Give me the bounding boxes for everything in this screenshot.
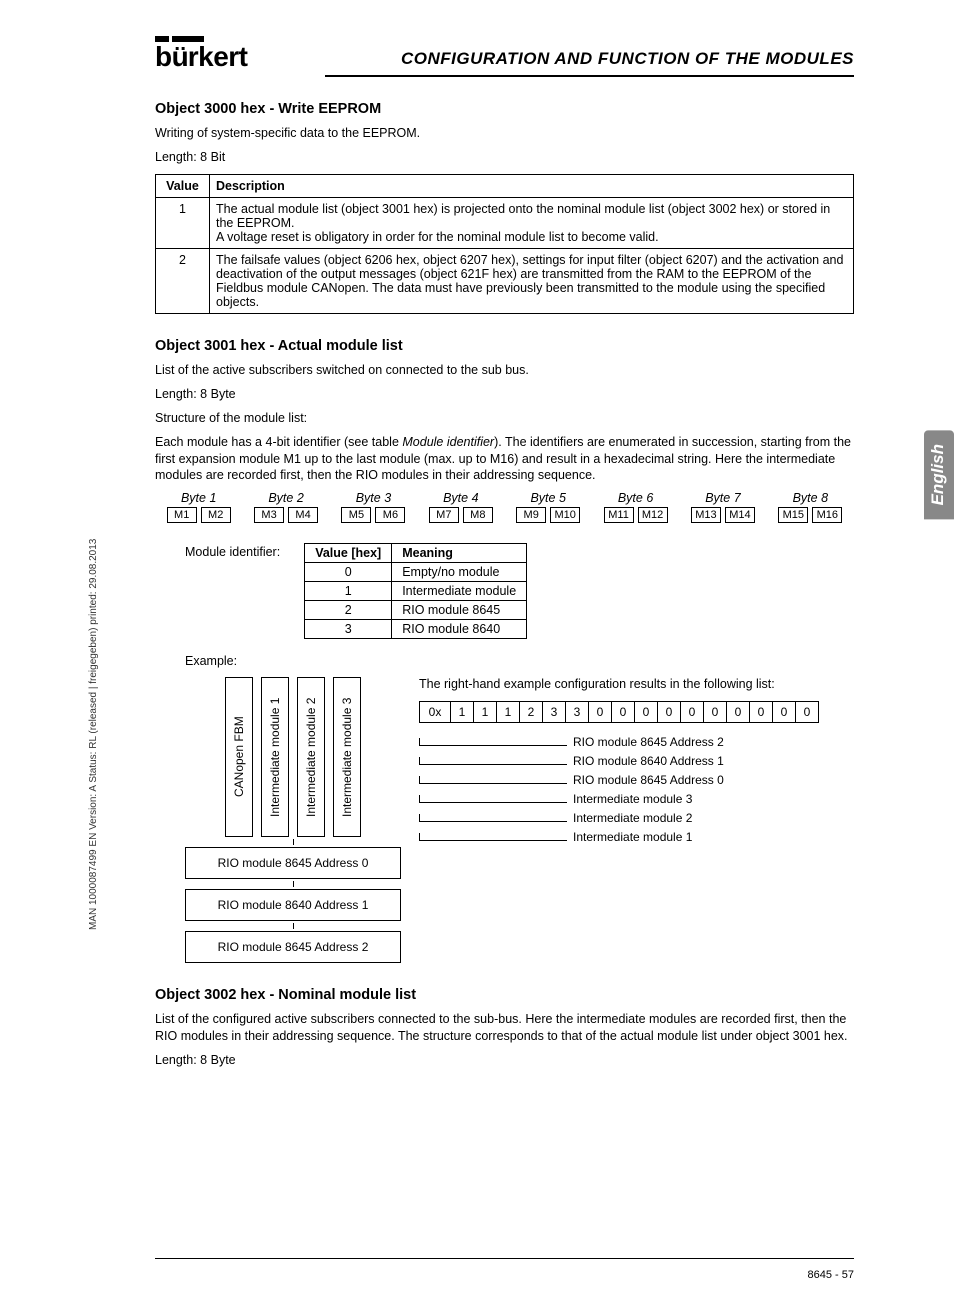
header-rule xyxy=(325,75,854,77)
section-object-3000: Object 3000 hex - Write EEPROM Writing o… xyxy=(155,101,854,314)
text-3002-desc: List of the configured active subscriber… xyxy=(155,1011,854,1044)
diag-rio1: RIO module 8640 Address 1 xyxy=(185,889,401,921)
page-footer: 8645 - 57 xyxy=(808,1269,854,1281)
page-title: CONFIGURATION AND FUNCTION OF THE MODULE… xyxy=(401,49,854,69)
hex-row: 0x 1 1 1 2 3 3 0 0 0 0 0 0 0 0 0 0 xyxy=(419,701,854,723)
heading-3001: Object 3001 hex - Actual module list xyxy=(155,338,854,354)
text-3001-length: Length: 8 Byte xyxy=(155,386,854,402)
text-3002-length: Length: 8 Byte xyxy=(155,1052,854,1068)
section-object-3002: Object 3002 hex - Nominal module list Li… xyxy=(155,987,854,1068)
example-block: CANopen FBM Intermediate module 1 Interm… xyxy=(155,677,854,963)
table-row: 1 The actual module list (object 3001 he… xyxy=(156,197,854,248)
th-value: Value xyxy=(156,174,210,197)
example-result-text: The right-hand example configuration res… xyxy=(419,677,854,691)
table-row: Value Description xyxy=(156,174,854,197)
table-row: 2 The failsafe values (object 6206 hex, … xyxy=(156,248,854,313)
table-3000: Value Description 1 The actual module li… xyxy=(155,174,854,314)
logo-text: bürkert xyxy=(155,44,247,69)
example-result: The right-hand example configuration res… xyxy=(419,677,854,849)
diag-rio2: RIO module 8645 Address 2 xyxy=(185,931,401,963)
identifier-table: Value [hex]Meaning 0Empty/no module 1Int… xyxy=(304,543,527,639)
logo: bürkert xyxy=(155,36,247,69)
td-desc: The actual module list (object 3001 hex)… xyxy=(210,197,854,248)
identifier-label: Module identifier: xyxy=(185,543,280,559)
section-object-3001: Object 3001 hex - Actual module list Lis… xyxy=(155,338,854,964)
td-desc: The failsafe values (object 6206 hex, ob… xyxy=(210,248,854,313)
byte-structure-row: Byte 1M1M2 Byte 2M3M4 Byte 3M5M6 Byte 4M… xyxy=(155,491,854,523)
page-header: bürkert CONFIGURATION AND FUNCTION OF TH… xyxy=(155,36,854,69)
text-3001-identifier: Each module has a 4-bit identifier (see … xyxy=(155,434,854,483)
heading-3000: Object 3000 hex - Write EEPROM xyxy=(155,101,854,117)
module-identifier-block: Module identifier: Value [hex]Meaning 0E… xyxy=(155,543,854,639)
th-description: Description xyxy=(210,174,854,197)
vertical-metadata: MAN 1000087499 EN Version: A Status: RL … xyxy=(88,539,99,930)
example-label: Example: xyxy=(185,653,854,669)
text-3001-p1: List of the active subscribers switched … xyxy=(155,362,854,378)
td-value: 1 xyxy=(156,197,210,248)
diag-im2: Intermediate module 2 xyxy=(297,677,325,837)
language-tab: English xyxy=(924,430,954,519)
text-3000-desc: Writing of system-specific data to the E… xyxy=(155,125,854,141)
heading-3002: Object 3002 hex - Nominal module list xyxy=(155,987,854,1003)
text-3000-length: Length: 8 Bit xyxy=(155,149,854,165)
diag-im1: Intermediate module 1 xyxy=(261,677,289,837)
text-3001-structure: Structure of the module list: xyxy=(155,410,854,426)
diag-im3: Intermediate module 3 xyxy=(333,677,361,837)
td-value: 2 xyxy=(156,248,210,313)
footer-rule xyxy=(155,1258,854,1259)
diag-rio0: RIO module 8645 Address 0 xyxy=(185,847,401,879)
hex-annotations: RIO module 8645 Address 2 RIO module 864… xyxy=(419,735,854,844)
diag-fbm: CANopen FBM xyxy=(225,677,253,837)
module-diagram: CANopen FBM Intermediate module 1 Interm… xyxy=(185,677,401,963)
